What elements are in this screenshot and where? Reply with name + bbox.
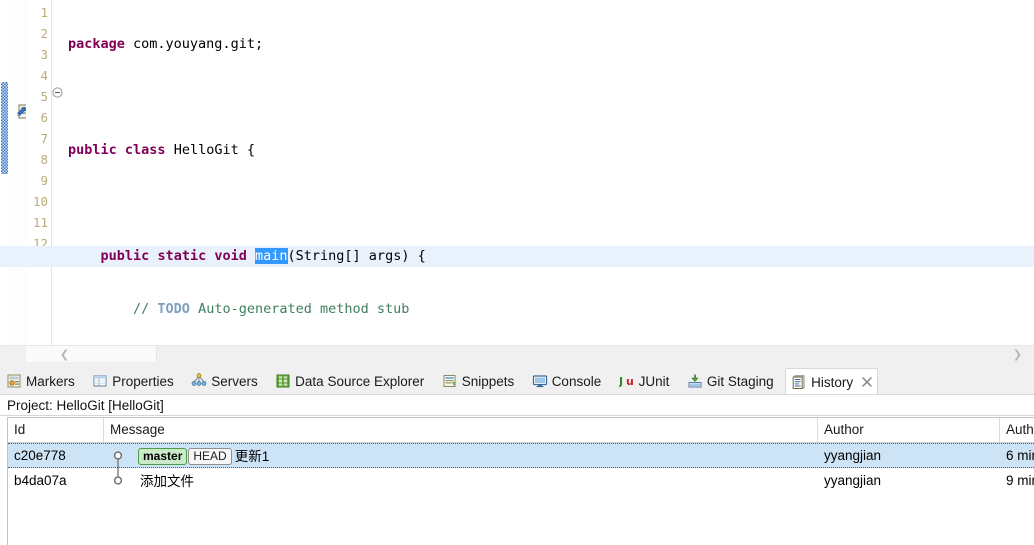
eclipse-workbench: 1 2 3 4 5 6 7 8 9 10 11 12 package com.y…	[0, 0, 1034, 545]
svg-text:u: u	[626, 375, 634, 388]
collapse-fold-icon[interactable]	[52, 87, 63, 98]
commit-table[interactable]: Id Message Author Author Date c20e778 ma…	[7, 417, 1034, 545]
commit-graph-node	[113, 468, 123, 485]
line-number: 5	[40, 89, 48, 104]
line-number: 11	[32, 215, 48, 230]
tab-label: History	[811, 374, 854, 390]
line-number-ruler: 1 2 3 4 5 6 7 8 9 10 11 12	[26, 0, 52, 345]
tab-console[interactable]: Console	[526, 368, 609, 394]
cell-message: master HEAD 更新1	[104, 443, 818, 468]
cell-commit-id: c20e778	[14, 448, 66, 463]
branch-badge-master: master	[138, 447, 188, 465]
console-icon	[532, 375, 547, 388]
folding-ruler[interactable]	[52, 0, 64, 345]
code-text[interactable]: package com.youyang.git; public class He…	[0, 0, 1034, 345]
scrollbar-thumb[interactable]	[26, 346, 157, 362]
history-project-label: Project: HelloGit [HelloGit]	[0, 395, 1034, 416]
column-header-message[interactable]: Message	[104, 418, 818, 442]
tab-properties[interactable]: Properties	[86, 368, 181, 394]
history-icon	[792, 375, 805, 389]
tab-label: Markers	[26, 373, 75, 389]
table-row[interactable]: c20e778 masterHEAD更新1 yyangjian 6 min	[8, 443, 1034, 468]
table-header-row[interactable]: Id Message Author Author Date	[8, 418, 1034, 443]
cell-author: yyangjian	[824, 473, 882, 488]
tab-history[interactable]: History	[785, 368, 879, 394]
tab-junit[interactable]: J u JUnit	[613, 368, 677, 394]
line-number: 4	[40, 68, 48, 83]
cell-message: 添加文件	[104, 468, 818, 493]
code-line-current: public static void main(String[] args) {	[0, 246, 1034, 267]
cell-author: yyangjian	[824, 448, 882, 463]
snippets-icon	[443, 375, 456, 387]
marker-ruler[interactable]	[8, 0, 31, 345]
markers-icon	[7, 374, 21, 388]
tab-label: Git Staging	[706, 373, 774, 389]
junit-icon: J u	[619, 375, 634, 388]
line-number: 9	[40, 173, 48, 188]
database-icon	[276, 374, 290, 388]
close-icon[interactable]	[861, 376, 873, 388]
tab-snippets[interactable]: Snippets	[436, 368, 522, 394]
cell-author-date: 9 min	[1006, 473, 1034, 488]
tab-servers[interactable]: Servers	[185, 368, 265, 394]
tab-data-source-explorer[interactable]: Data Source Explorer	[269, 368, 431, 394]
chevron-right-icon[interactable]: ❯	[1009, 346, 1026, 363]
history-view: Project: HelloGit [HelloGit] Id Message …	[0, 394, 1034, 545]
line-number: 6	[40, 110, 48, 125]
code-line: package com.youyang.git;	[68, 36, 264, 52]
tab-label: Data Source Explorer	[295, 373, 425, 389]
line-number: 2	[40, 26, 48, 41]
uncommitted-change-bar	[1, 82, 8, 174]
tab-git-staging[interactable]: Git Staging	[681, 368, 781, 394]
commit-graph-node	[113, 451, 123, 468]
tab-label: Snippets	[461, 373, 515, 389]
servers-icon	[191, 373, 207, 386]
git-staging-icon	[688, 374, 702, 388]
text-selection: main	[255, 248, 288, 264]
tab-markers[interactable]: Markers	[0, 368, 82, 394]
line-number: 3	[40, 47, 48, 62]
column-header-id[interactable]: Id	[8, 418, 104, 442]
head-badge: HEAD	[188, 447, 232, 465]
line-number: 8	[40, 152, 48, 167]
code-line: // TODO Auto-generated method stub	[133, 301, 410, 317]
tab-label: Console	[551, 373, 602, 389]
table-row[interactable]: b4da07a 添加文件 yyangjian 9 min	[8, 468, 1034, 493]
line-number: 7	[40, 131, 48, 146]
editor-horizontal-scrollbar[interactable]: ❮ ❯	[0, 345, 1034, 363]
column-header-author-date[interactable]: Author Date	[1000, 418, 1034, 442]
column-header-author[interactable]: Author	[818, 418, 1000, 442]
line-number: 1	[40, 5, 48, 20]
tab-label: JUnit	[638, 373, 670, 389]
svg-text:J: J	[619, 375, 623, 388]
code-line: public class HelloGit {	[68, 142, 255, 158]
cell-commit-id: b4da07a	[14, 473, 67, 488]
tab-label: Properties	[112, 373, 174, 389]
view-tab-bar[interactable]: Markers Properties Servers Data Source E…	[0, 368, 1034, 394]
cell-author-date: 6 min	[1006, 448, 1034, 463]
commit-message: 添加文件	[140, 473, 194, 489]
java-editor[interactable]: 1 2 3 4 5 6 7 8 9 10 11 12 package com.y…	[0, 0, 1034, 345]
commit-message: 更新1	[234, 448, 270, 464]
line-number: 10	[32, 194, 48, 209]
bottom-view-stack: Markers Properties Servers Data Source E…	[0, 368, 1034, 545]
properties-icon	[93, 375, 107, 387]
tab-label: Servers	[211, 373, 258, 389]
chevron-left-icon[interactable]: ❮	[56, 346, 73, 363]
